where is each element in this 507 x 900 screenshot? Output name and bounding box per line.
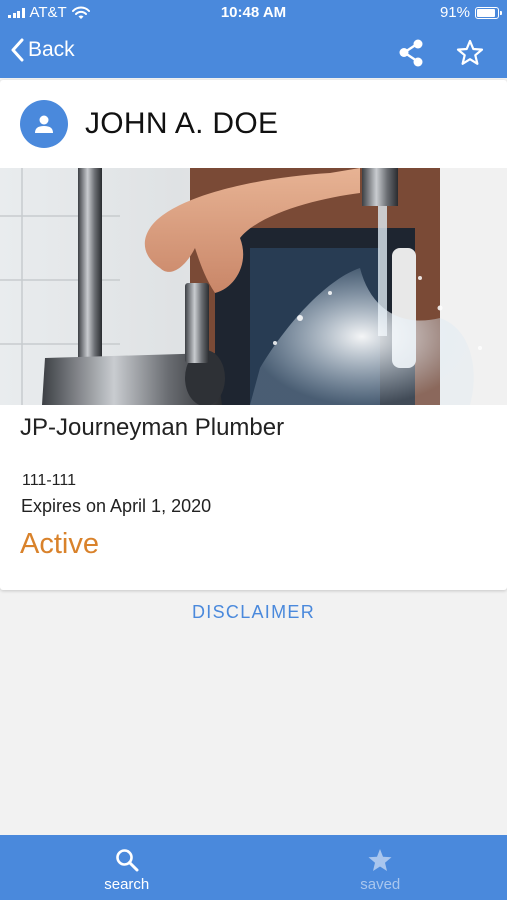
person-header: JOHN A. DOE bbox=[20, 100, 278, 148]
navigation-bar: Back bbox=[0, 26, 507, 78]
chevron-left-icon bbox=[11, 38, 24, 62]
license-number: 111-111 bbox=[22, 472, 76, 489]
star-icon bbox=[368, 849, 392, 871]
license-status: Active bbox=[20, 528, 99, 560]
tab-search-label: search bbox=[104, 876, 150, 893]
back-button[interactable]: Back bbox=[10, 38, 75, 62]
tab-saved[interactable]: saved bbox=[254, 835, 507, 900]
tab-saved-label: saved bbox=[360, 876, 401, 893]
status-bar: AT&T 10:48 AM 91% bbox=[0, 0, 507, 26]
battery-icon bbox=[475, 6, 502, 19]
license-card: JOHN A. DOE JP-Journeyman Plumber 111-11… bbox=[0, 80, 507, 590]
person-icon bbox=[35, 115, 53, 133]
status-time: 10:48 AM bbox=[220, 4, 287, 21]
battery-group: 91% bbox=[439, 4, 502, 21]
star-outline-icon[interactable] bbox=[455, 38, 485, 68]
tab-bar: search saved bbox=[0, 835, 507, 900]
plumber-faucet-photo bbox=[0, 168, 507, 405]
license-expiry: Expires on April 1, 2020 bbox=[21, 496, 212, 516]
back-label: Back bbox=[28, 38, 75, 61]
tab-search[interactable]: search bbox=[0, 835, 254, 900]
disclaimer-link[interactable]: DISCLAIMER bbox=[0, 602, 507, 623]
person-name: JOHN A. DOE bbox=[85, 107, 279, 140]
avatar bbox=[20, 100, 68, 148]
search-icon bbox=[115, 849, 139, 872]
battery-percent: 91% bbox=[439, 4, 470, 21]
license-title: JP-Journeyman Plumber bbox=[20, 414, 285, 441]
share-icon[interactable] bbox=[396, 38, 426, 68]
